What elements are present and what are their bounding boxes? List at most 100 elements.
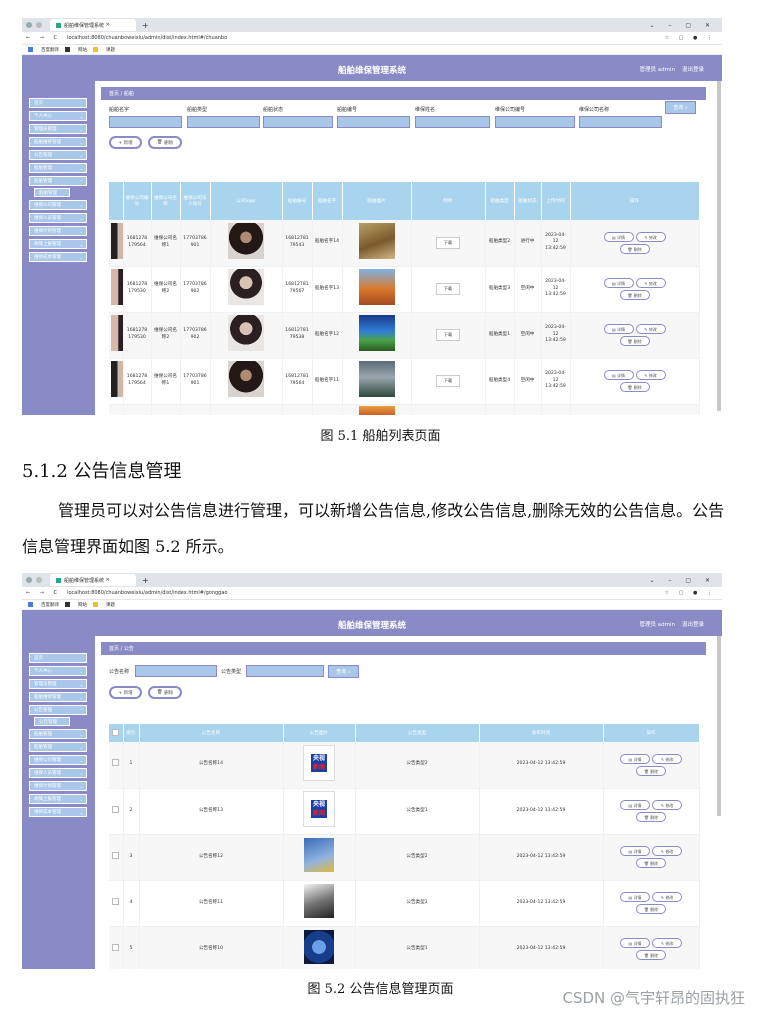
download-button[interactable]: 下载 xyxy=(436,283,460,295)
row-delete-button[interactable]: 🗑 删除 xyxy=(636,858,666,868)
bookmark-item[interactable]: 网站 xyxy=(65,601,87,608)
scrollbar[interactable] xyxy=(717,636,721,816)
row-checkbox[interactable] xyxy=(109,788,124,835)
edit-button[interactable]: ✎ 修改 xyxy=(635,278,666,288)
ship-status-input[interactable] xyxy=(263,116,333,128)
scrollbar[interactable] xyxy=(717,81,721,411)
notice-name-input[interactable] xyxy=(135,665,217,677)
sidebar-subitem-ships[interactable]: 船舶管理 xyxy=(34,188,70,197)
sidebar-item-ships-a[interactable]: 船舶管理 ⌄ xyxy=(29,163,87,173)
row-delete-button[interactable]: 🗑 删除 xyxy=(619,243,650,254)
add-button[interactable]: + 新增 xyxy=(109,136,142,149)
row-checkbox[interactable] xyxy=(109,742,124,789)
sidebar-item-staff[interactable]: 维保人员管理 ⌄ xyxy=(29,213,87,223)
window-controls[interactable]: ⌄ – ▢ ✕ xyxy=(650,577,716,584)
table-row[interactable] xyxy=(109,404,700,415)
sidebar-item-staff[interactable]: 维保人员管理 ⌄ xyxy=(29,768,87,778)
company-no-input[interactable] xyxy=(495,116,575,128)
table-row[interactable]: 2 公告名称13 央视 新闻 公告类型1 2023-04-12 13:42:59 … xyxy=(109,788,700,835)
maint-name-input[interactable] xyxy=(415,116,490,128)
table-row[interactable]: 4 公告名称11 公告类型2 2023-04-12 13:42:59 ▤ 详情 ✎… xyxy=(109,880,700,927)
row-checkbox[interactable] xyxy=(109,834,124,881)
new-tab-icon[interactable]: + xyxy=(142,576,149,585)
sidebar-item-plans[interactable]: 维保计划管理 ⌄ xyxy=(29,781,87,791)
table-row[interactable]: 1681278179564 维保公司名称1 17703786901 168127… xyxy=(109,358,700,405)
row-delete-button[interactable]: 🗑 删除 xyxy=(619,290,650,300)
sidebar-item-faults[interactable]: 故障上报管理 ⌄ xyxy=(29,239,87,249)
edit-button[interactable]: ✎ 修改 xyxy=(652,938,682,948)
sidebar-subitem-notices[interactable]: 公告管理 xyxy=(34,717,70,726)
browser-tab[interactable]: 船舶维保管理系统 × xyxy=(50,19,136,31)
bookmark-item[interactable]: 网站 xyxy=(65,46,87,53)
table-row[interactable]: 1681278179530 维保公司名称2 17703786902 168127… xyxy=(109,312,700,359)
row-checkbox[interactable] xyxy=(109,926,124,969)
download-button[interactable]: 下载 xyxy=(436,236,460,249)
sidebar-item-profile[interactable]: 个人中心 ⌄ xyxy=(29,111,87,121)
sidebar-item-admins[interactable]: 管理员管理 ⌄ xyxy=(29,124,87,134)
download-button[interactable]: 下载 xyxy=(436,329,460,341)
detail-button[interactable]: ▤ 详情 xyxy=(620,753,650,764)
row-delete-button[interactable]: 🗑 删除 xyxy=(636,950,666,960)
detail-button[interactable]: ▤ 详情 xyxy=(603,324,634,334)
detail-button[interactable]: ▤ 详情 xyxy=(620,800,650,810)
table-row[interactable]: 3 公告名称12 公告类型2 2023-04-12 13:42:59 ▤ 详情 ✎… xyxy=(109,834,700,881)
sidebar-item-ships[interactable]: 船舶管理 ⌃ xyxy=(29,176,87,186)
ship-name-input[interactable] xyxy=(109,116,182,128)
nav-icons[interactable]: ← → C xyxy=(26,35,61,41)
ship-no-input[interactable] xyxy=(337,116,410,128)
window-controls[interactable]: ⌄ – ▢ ✕ xyxy=(650,22,716,29)
search-button[interactable]: 查询 ⌕ xyxy=(328,665,359,678)
company-name-input[interactable] xyxy=(579,116,662,128)
detail-button[interactable]: ▤ 详情 xyxy=(603,370,634,380)
sidebar-item-costs[interactable]: 维修成本管理 ⌄ xyxy=(29,252,87,262)
table-row[interactable]: 1681278179564 维保公司名称1 17703786901 168127… xyxy=(109,220,700,267)
row-checkbox[interactable] xyxy=(109,880,124,927)
sidebar-item-ships[interactable]: 船舶管理 ⌄ xyxy=(29,742,87,752)
sidebar-item-companies[interactable]: 维保公司管理 ⌄ xyxy=(29,755,87,765)
bookmark-item[interactable]: 课题 xyxy=(93,46,115,53)
detail-button[interactable]: ▤ 详情 xyxy=(620,846,650,856)
download-button[interactable]: 下载 xyxy=(436,375,460,387)
delete-button[interactable]: 🗑 删除 xyxy=(148,686,182,699)
sidebar-item-companies[interactable]: 维保公司管理 ⌄ xyxy=(29,200,87,210)
row-delete-button[interactable]: 🗑 删除 xyxy=(636,812,666,822)
edit-button[interactable]: ✎ 修改 xyxy=(652,846,682,856)
toolbar-icons[interactable]: ☆ ▢ ● ⋮ xyxy=(665,35,716,41)
edit-button[interactable]: ✎ 修改 xyxy=(635,370,666,380)
bookmark-item[interactable]: 百度翻译 xyxy=(28,46,59,53)
row-delete-button[interactable]: 🗑 删除 xyxy=(636,904,666,914)
notice-type-input[interactable] xyxy=(246,665,324,677)
add-button[interactable]: + 新增 xyxy=(109,686,142,699)
row-delete-button[interactable]: 🗑 删除 xyxy=(619,382,650,392)
row-delete-button[interactable]: 🗑 删除 xyxy=(619,336,650,346)
sidebar-item-profile[interactable]: 个人中心 ⌄ xyxy=(29,666,87,676)
sidebar-item-faults[interactable]: 故障上报管理 ⌄ xyxy=(29,794,87,804)
sidebar-item-home[interactable]: 首页 xyxy=(29,653,87,663)
table-row[interactable]: 5 公告名称10 公告类型1 2023-04-12 13:42:59 ▤ 详情 ✎… xyxy=(109,926,700,969)
logout-link[interactable]: 退出登录 xyxy=(682,622,704,628)
logout-link[interactable]: 退出登录 xyxy=(682,67,704,73)
edit-button[interactable]: ✎ 修改 xyxy=(635,231,666,242)
url-field[interactable]: localhost:8080/chuanboweixiu/admin/dist/… xyxy=(67,35,227,41)
sidebar-item-repair[interactable]: 船舶维修管理 ⌄ xyxy=(29,137,87,147)
browser-tab[interactable]: 船舶维保管理系统 × xyxy=(50,574,136,586)
sidebar-item-plans[interactable]: 维保计划管理 ⌄ xyxy=(29,226,87,236)
sidebar-item-repair[interactable]: 船舶维修管理 ⌄ xyxy=(29,692,87,702)
edit-button[interactable]: ✎ 修改 xyxy=(652,800,682,810)
table-row[interactable]: 1 公告名称14 央视 新闻 公告类型2 2023-04-12 13:42:59 … xyxy=(109,742,700,789)
sidebar-item-ships-a[interactable]: 船舶管理 ⌄ xyxy=(29,729,87,739)
edit-button[interactable]: ✎ 修改 xyxy=(652,892,682,902)
bookmark-item[interactable]: 课题 xyxy=(93,601,115,608)
table-row[interactable]: 1681278179530 维保公司名称2 17703786902 168127… xyxy=(109,266,700,313)
toolbar-icons[interactable]: ☆ ▢ ● ⋮ xyxy=(665,590,716,596)
sidebar-item-notices[interactable]: 公告管理 ⌄ xyxy=(29,150,87,160)
sidebar-item-notices[interactable]: 公告管理 ⌃ xyxy=(29,705,87,715)
bookmark-item[interactable]: 百度翻译 xyxy=(28,601,59,608)
sidebar-item-admins[interactable]: 管理员管理 ⌄ xyxy=(29,679,87,689)
select-all-checkbox[interactable] xyxy=(109,724,124,742)
edit-button[interactable]: ✎ 修改 xyxy=(635,324,666,334)
nav-icons[interactable]: ← → C xyxy=(26,590,61,596)
detail-button[interactable]: ▤ 详情 xyxy=(603,278,634,288)
sidebar-item-costs[interactable]: 维修成本管理 ⌄ xyxy=(29,807,87,817)
detail-button[interactable]: ▤ 详情 xyxy=(620,892,650,902)
